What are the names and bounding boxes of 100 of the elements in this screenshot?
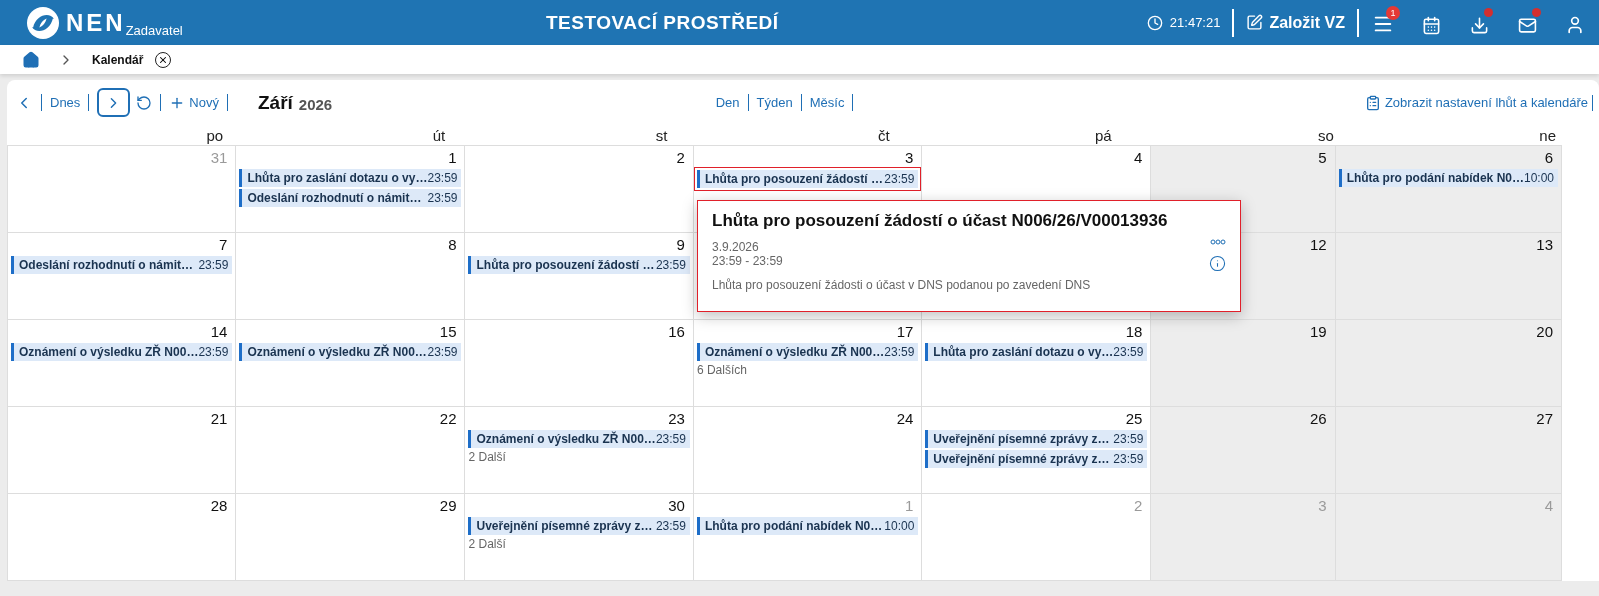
calendar-event[interactable]: Oznámení o výsledku ZŘ N00…23:59 <box>11 343 233 361</box>
day-number: 16 <box>668 323 686 341</box>
clock-icon <box>1146 14 1163 31</box>
day-cell[interactable]: 30 Uveřejnění písemné zprávy z… 23:59 2 Další <box>465 494 694 581</box>
day-number: 15 <box>439 323 458 341</box>
day-cell[interactable]: 19 <box>1151 320 1336 407</box>
more-icon[interactable] <box>1209 239 1226 245</box>
year-title: 2026 <box>298 95 333 113</box>
calendar-event[interactable]: Lhůta pro posouzení žádostí …23:59 <box>468 256 690 274</box>
breadcrumb-current[interactable]: Kalendář <box>92 52 144 67</box>
environment-title: TESTOVACÍ PROSTŘEDÍ <box>546 11 780 34</box>
menu-button[interactable]: 1 <box>1359 4 1407 41</box>
day-number: 22 <box>439 410 458 428</box>
day-number: 30 <box>668 497 686 515</box>
day-number: 29 <box>439 497 458 515</box>
today-button[interactable]: Dnes <box>50 95 81 110</box>
calendar-event[interactable]: Lhůta pro podání nabídek N0… 10:00 <box>696 517 919 535</box>
day-number: 4 <box>1544 497 1554 515</box>
day-cell[interactable]: 13 <box>1335 233 1562 320</box>
day-cell[interactable]: 1 Lhůta pro zaslání dotazu o vy…23:59 Odeslání rozhodnutí o námit… 23:59 <box>236 146 466 233</box>
day-cell[interactable]: 7 Odeslání rozhodnutí o námit… 23:59 <box>7 233 237 320</box>
day-number: 12 <box>1309 236 1328 254</box>
next-button[interactable] <box>97 88 131 117</box>
view-tab[interactable]: Měsíc <box>809 95 845 110</box>
more-events-link[interactable]: 2 Další <box>468 537 506 551</box>
calendar-event[interactable]: Oznámení o výsledku ZŘ N00…23:59 <box>468 430 690 448</box>
info-icon[interactable] <box>1209 255 1226 272</box>
popup-description: Lhůta pro posouzení žádosti o účast v DNS podanou po zavedení DNS <box>712 278 1092 292</box>
day-cell[interactable]: 20 <box>1335 320 1562 407</box>
weekday-header: čt <box>876 126 891 145</box>
close-icon <box>158 54 169 65</box>
day-cell[interactable]: 22 <box>236 407 466 494</box>
logo-icon <box>26 5 60 40</box>
day-cell[interactable]: 26 <box>1151 407 1336 494</box>
day-cell[interactable]: 23 Oznámení o výsledku ZŘ N00…23:59 2 Další <box>465 407 694 494</box>
day-cell[interactable]: 14 Oznámení o výsledku ZŘ N00…23:59 <box>7 320 237 407</box>
calendar-event[interactable]: Oznámení o výsledku ZŘ N00…23:59 <box>239 343 462 361</box>
calendar-event[interactable]: Lhůta pro posouzení žádostí …23:59 <box>693 167 922 191</box>
day-cell[interactable]: 29 <box>236 494 466 581</box>
day-cell[interactable]: 9 Lhůta pro posouzení žádostí …23:59 <box>465 233 694 320</box>
calendar-event[interactable]: Uveřejnění písemné zprávy z… 23:59 <box>468 517 690 535</box>
refresh-button[interactable] <box>136 94 153 111</box>
weekday-header: st <box>654 126 669 145</box>
day-number: 23 <box>668 410 686 428</box>
calendar-icon <box>1421 15 1441 35</box>
weekday-header: út <box>431 126 447 145</box>
weekday-header: so <box>1317 126 1335 145</box>
home-icon[interactable] <box>22 50 40 69</box>
calendar-event[interactable]: Lhůta pro zaslání dotazu o vy…23:59 <box>925 343 1148 361</box>
day-cell[interactable]: 21 <box>7 407 237 494</box>
settings-link[interactable]: Zobrazit nastavení lhůt a kalendáře <box>1364 94 1593 111</box>
day-cell[interactable]: 8 <box>236 233 466 320</box>
download-icon <box>1469 15 1489 35</box>
more-events-link[interactable]: 2 Další <box>468 450 506 464</box>
logo-text: NEN <box>66 8 126 37</box>
day-cell[interactable]: 6 Lhůta pro podání nabídek N0…10:00 <box>1335 146 1562 233</box>
day-cell[interactable]: 28 <box>7 494 237 581</box>
day-cell[interactable]: 1 Lhůta pro podání nabídek N0… 10:00 <box>693 494 923 581</box>
day-number: 21 <box>210 410 229 428</box>
weekday-header: pá <box>1094 126 1113 145</box>
calendar-event[interactable]: Uveřejnění písemné zprávy z… 23:59 <box>925 450 1148 468</box>
day-cell[interactable]: 24 <box>693 407 923 494</box>
day-number: 17 <box>896 323 915 341</box>
calendar-event[interactable]: Lhůta pro podání nabídek N0…10:00 <box>1338 169 1558 187</box>
day-number: 2 <box>676 149 686 167</box>
view-tab[interactable]: Týden <box>756 95 793 110</box>
day-number: 26 <box>1309 410 1328 428</box>
refresh-icon <box>136 94 153 111</box>
more-events-link[interactable]: 6 Dalších <box>696 363 747 377</box>
logo-subtitle: Zadavatel <box>125 22 183 38</box>
day-cell[interactable]: 2 <box>465 146 694 233</box>
day-number: 3 <box>1318 497 1328 515</box>
create-button[interactable]: Založit VZ <box>1234 8 1359 37</box>
day-cell[interactable]: 18 Lhůta pro zaslání dotazu o vy…23:59 <box>922 320 1152 407</box>
day-number: 20 <box>1536 323 1554 341</box>
day-cell[interactable]: 25 Uveřejnění písemné zprávy z… 23:59 Uveřejnění písemné zprávy z… 23:59 <box>922 407 1152 494</box>
day-number: 18 <box>1125 323 1144 341</box>
edit-icon <box>1246 14 1264 31</box>
calendar-event[interactable]: Odeslání rozhodnutí o námit… 23:59 <box>11 256 233 274</box>
view-tab[interactable]: Den <box>715 95 740 110</box>
calendar-event[interactable]: Lhůta pro zaslání dotazu o vy…23:59 <box>239 169 462 187</box>
day-number: 9 <box>676 236 686 254</box>
day-number: 19 <box>1309 323 1328 341</box>
day-cell[interactable]: 27 <box>1335 407 1562 494</box>
calendar-event[interactable]: Uveřejnění písemné zprávy z… 23:59 <box>925 430 1148 448</box>
day-cell[interactable]: 17 Oznámení o výsledku ZŘ N00…23:59 6 Dalších <box>693 320 923 407</box>
day-number: 6 <box>1544 149 1554 167</box>
new-button[interactable]: Nový <box>169 94 219 111</box>
day-cell[interactable]: 15 Oznámení o výsledku ZŘ N00…23:59 <box>236 320 466 407</box>
day-cell[interactable]: 16 <box>465 320 694 407</box>
day-number: 27 <box>1536 410 1554 428</box>
calendar-event[interactable]: Odeslání rozhodnutí o námit… 23:59 <box>239 189 462 207</box>
day-number: 24 <box>896 410 915 428</box>
day-number: 14 <box>210 323 229 341</box>
user-icon <box>1565 14 1585 35</box>
calendar-event[interactable]: Oznámení o výsledku ZŘ N00…23:59 <box>696 343 919 361</box>
popup-date: 3.9.2026 <box>712 240 760 254</box>
month-title: Září <box>258 91 293 114</box>
notification-dot <box>1484 7 1493 17</box>
popup-time: 23:59 - 23:59 <box>712 254 784 268</box>
